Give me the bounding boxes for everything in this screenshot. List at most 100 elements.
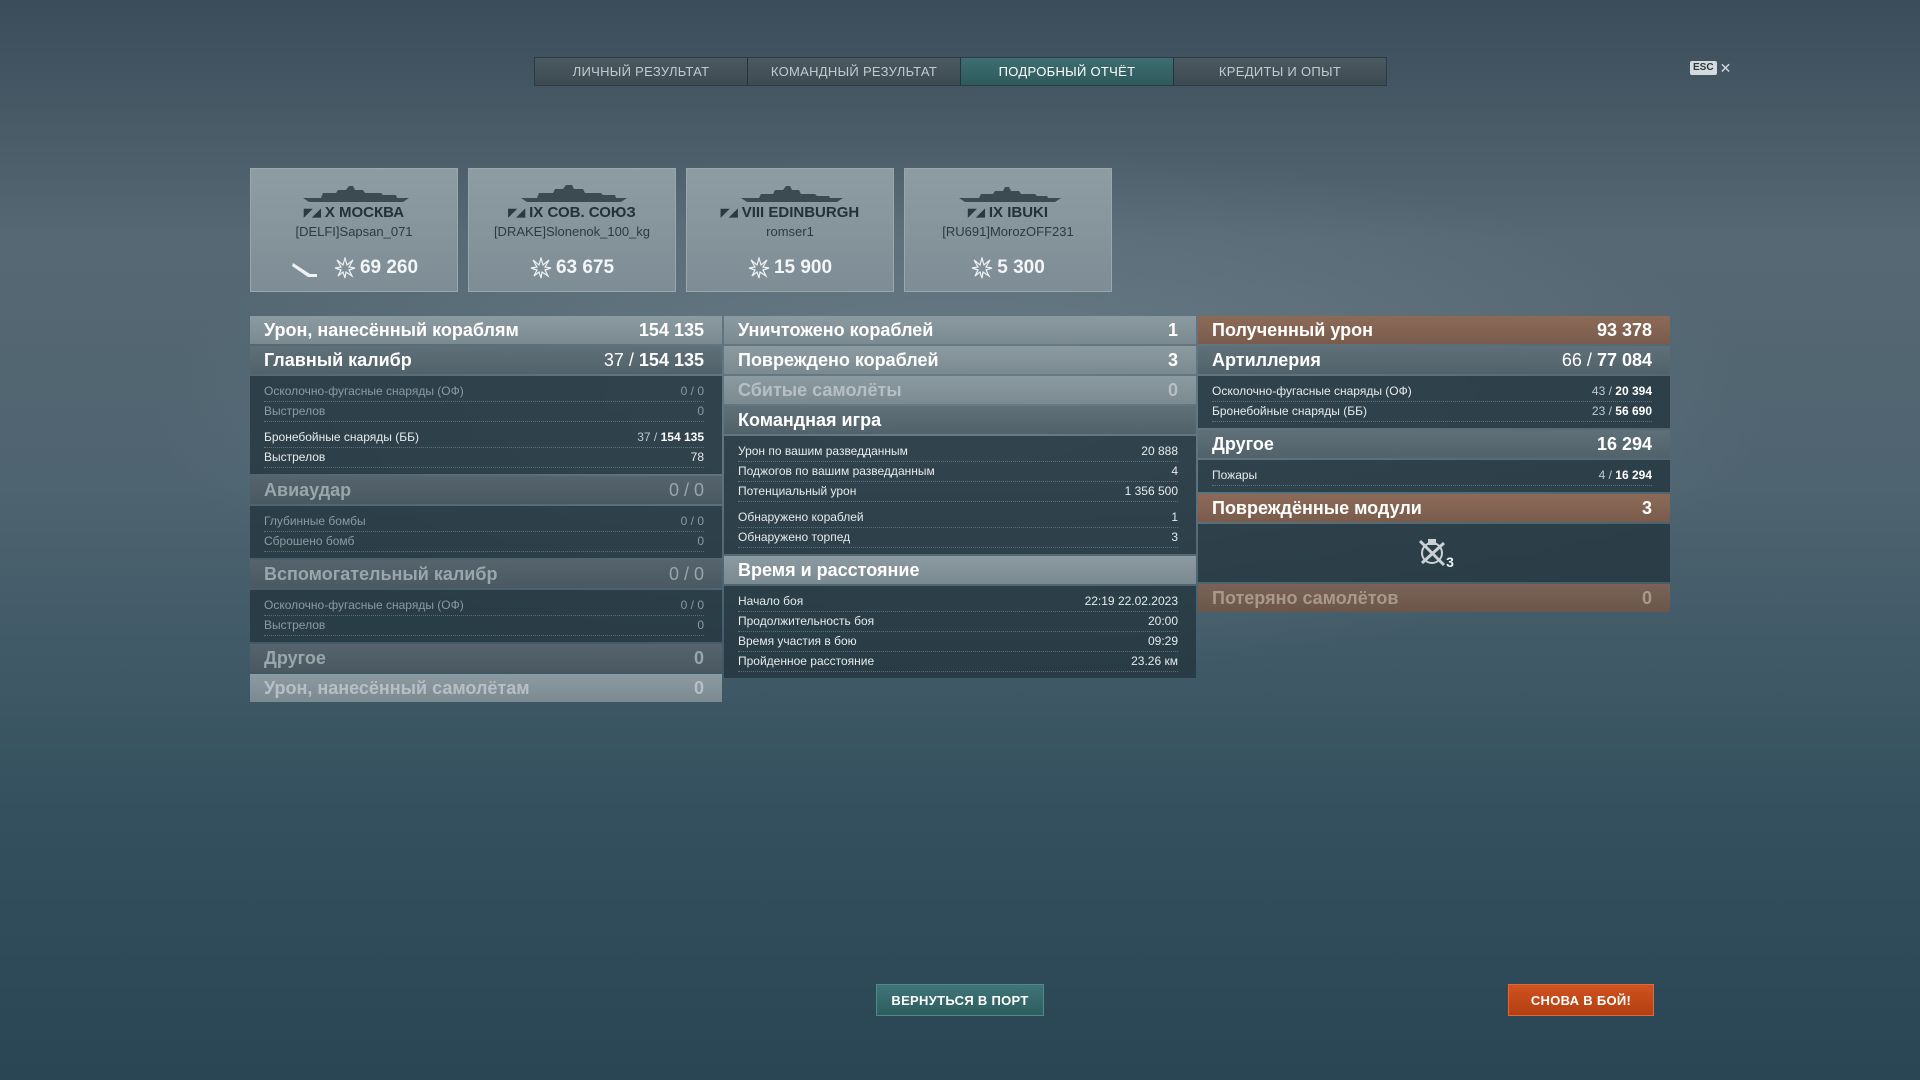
main-battery-header: Главный калибр 37 / 154 135 [250,346,722,374]
stat-row: Бронебойные снаряды (ББ) 23 / 56 690 [1212,402,1652,422]
close-button[interactable]: ESC ✕ [1690,61,1731,75]
other-received-header: Другое 16 294 [1198,430,1670,458]
ship-cards: ◤◢ X МОСКВА [DELFI]Sapsan_071 69 260 ◤◢ … [250,168,1112,292]
damage-to-planes-header: Урон, нанесённый самолётам 0 [250,674,722,702]
ship-damage-value: 69 260 [359,257,419,278]
airstrike-details: Глубинные бомбы 0 / 0 Сброшено бомб 0 [250,506,722,558]
planes-lost-header: Потеряно самолётов 0 [1198,584,1670,612]
ship-card[interactable]: ◤◢ VIII EDINBURGH romser1 15 900 [686,168,894,292]
stat-row: Пожары 4 / 16 294 [1212,466,1652,486]
stat-row: Поджогов по вашим разведданным 4 [738,462,1178,482]
main-battery-label: Главный калибр [264,349,412,370]
team-play-label: Командная игра [738,409,882,430]
esc-key-badge: ESC [1690,61,1717,75]
ship-name: ◤◢ IX IBUKI [905,204,1111,221]
ship-damage-value: 5 300 [997,257,1045,278]
damage-to-ships-header: Урон, нанесённый кораблям 154 135 [250,316,722,344]
ship-damage: 69 260 [251,257,457,279]
ship-card[interactable]: ◤◢ IX СОВ. СОЮЗ [DRAKE]Slonenok_100_kg 6… [468,168,676,292]
secondary-battery-label: Вспомогательный калибр [264,563,498,584]
ship-name: ◤◢ VIII EDINBURGH [687,204,893,221]
main-battery-value: 37 / 154 135 [603,349,704,370]
time-distance-header: Время и расстояние [724,556,1196,584]
damage-to-planes-label: Урон, нанесённый самолётам [264,677,530,698]
damaged-modules-label: Повреждённые модули [1212,497,1422,518]
ship-silhouette-icon [741,186,843,202]
damage-burst-icon [530,257,552,279]
tab-team-result[interactable]: КОМАНДНЫЙ РЕЗУЛЬТАТ [748,58,961,85]
stat-row: Обнаружено торпед 3 [738,528,1178,548]
main-battery-details: Осколочно-фугасные снаряды (ОФ) 0 / 0 Вы… [250,376,722,474]
other-damage-label: Другое [264,647,326,668]
planes-lost-label: Потеряно самолётов [1212,587,1399,608]
player-name: romser1 [766,224,814,239]
stat-row: Бронебойные снаряды (ББ) 37 / 154 135 [264,428,704,448]
damaged-modules-header: Повреждённые модули 3 [1198,494,1670,522]
module-damage-count: 3 [1446,554,1454,570]
stat-row: Пройденное расстояние 23.26 км [738,652,1178,672]
player-name: [RU691]MorozOFF231 [942,224,1074,239]
ship-silhouette-icon [521,185,627,202]
player-name: [DRAKE]Slonenok_100_kg [493,224,651,239]
damage-burst-icon [748,257,770,279]
ships-damaged-label: Повреждено кораблей [738,349,939,370]
damage-to-planes-value: 0 [693,677,704,698]
damage-dealt-panel: Урон, нанесённый кораблям 154 135 Главны… [250,316,722,704]
other-damage-value: 0 [693,647,704,668]
stat-row: Продолжительность боя 20:00 [738,612,1178,632]
time-distance-details: Начало боя 22:19 22.02.2023 Продолжительн… [724,586,1196,678]
team-play-details: Урон по вашим разведданным 20 888 Поджого… [724,436,1196,554]
stat-row: Обнаружено кораблей 1 [738,508,1178,528]
stat-row: Потенциальный урон 1 356 500 [738,482,1178,502]
ship-damage-value: 63 675 [555,257,615,278]
secondary-battery-header: Вспомогательный калибр 0 / 0 [250,560,722,588]
ship-card[interactable]: ◤◢ X МОСКВА [DELFI]Sapsan_071 69 260 [250,168,458,292]
stat-row: Выстрелов 0 [264,616,704,636]
other-received-details: Пожары 4 / 16 294 [1198,460,1670,492]
stat-row: Осколочно-фугасные снаряды (ОФ) 43 / 20 … [1212,382,1652,402]
other-received-label: Другое [1212,433,1274,454]
close-icon: ✕ [1719,60,1732,76]
damage-received-panel: Полученный урон 93 378 Артиллерия 66 / 7… [1198,316,1670,614]
time-distance-label: Время и расстояние [738,559,920,580]
tab-credits-xp[interactable]: КРЕДИТЫ И ОПЫТ [1174,58,1386,85]
ship-tier-name: IX СОВ. СОЮЗ [529,204,636,221]
ships-damaged-header: Повреждено кораблей 3 [724,346,1196,374]
damage-burst-icon [334,257,356,279]
artillery-details: Осколочно-фугасные снаряды (ОФ) 43 / 20 … [1198,376,1670,428]
stat-row: Осколочно-фугасные снаряды (ОФ) 0 / 0 [264,382,704,402]
ship-name: ◤◢ X МОСКВА [251,204,457,221]
airstrike-label: Авиаудар [264,479,352,500]
summary-panel: Уничтожено кораблей 1 Повреждено корабле… [724,316,1196,680]
stat-row: Выстрелов 0 [264,402,704,422]
planes-shot-value: 0 [1167,379,1178,400]
airstrike-value: 0 / 0 [668,479,704,500]
damage-to-ships-value: 154 135 [638,319,704,340]
ship-card[interactable]: ◤◢ IX IBUKI [RU691]MorozOFF231 5 300 [904,168,1112,292]
ships-destroyed-value: 1 [1167,319,1178,340]
ship-tier-name: IX IBUKI [988,204,1049,221]
ships-destroyed-label: Уничтожено кораблей [738,319,934,340]
torpedo-tube-module-icon[interactable] [1414,535,1450,571]
ship-damage: 15 900 [687,257,893,279]
ships-destroyed-header: Уничтожено кораблей 1 [724,316,1196,344]
return-to-port-button[interactable]: ВЕРНУТЬСЯ В ПОРТ [876,984,1044,1016]
stat-row: Выстрелов 78 [264,448,704,468]
airstrike-header: Авиаудар 0 / 0 [250,476,722,504]
nation-flag-icon: ◤◢ [508,207,526,219]
damaged-modules-value: 3 [1641,497,1652,518]
tab-detailed-report[interactable]: ПОДРОБНЫЙ ОТЧЁТ [961,58,1174,85]
secondary-battery-value: 0 / 0 [668,563,704,584]
ship-damage-value: 15 900 [773,257,833,278]
artillery-header: Артиллерия 66 / 77 084 [1198,346,1670,374]
battle-again-button[interactable]: СНОВА В БОЙ! [1508,984,1654,1016]
tab-bar: ЛИЧНЫЙ РЕЗУЛЬТАТ КОМАНДНЫЙ РЕЗУЛЬТАТ ПОД… [534,57,1387,86]
ship-damage: 63 675 [469,257,675,279]
damaged-modules-list: 3 [1198,524,1670,582]
ship-silhouette-icon [959,187,1061,202]
stat-row: Урон по вашим разведданным 20 888 [738,442,1178,462]
tab-personal-result[interactable]: ЛИЧНЫЙ РЕЗУЛЬТАТ [535,58,748,85]
torpedo-hit-icon [291,263,317,277]
damage-to-ships-label: Урон, нанесённый кораблям [264,319,519,340]
ship-tier-name: VIII EDINBURGH [741,204,860,221]
